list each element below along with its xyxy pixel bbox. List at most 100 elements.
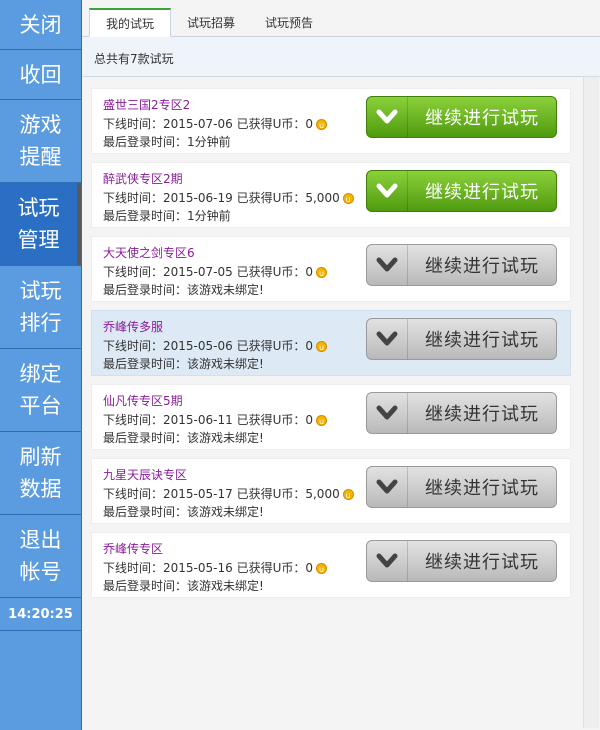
continue-trial-label: 继续进行试玩 xyxy=(425,552,539,573)
offline-time: 下线时间：2015-05-06 xyxy=(103,339,233,353)
offline-time: 下线时间：2015-07-06 xyxy=(103,117,233,131)
trial-card: 盛世三国2专区2 下线时间：2015-07-06 已获得U币：0 u 最后登录时间：1… xyxy=(91,88,571,154)
sidebar-item-label: 游戏 xyxy=(19,113,62,137)
coin-icon: u xyxy=(316,119,327,130)
sidebar-item-label: 收回 xyxy=(19,62,62,87)
trial-card: 大天使之剑专区6 下线时间：2015-07-05 已获得U币：0 u 最后登录时间：该… xyxy=(91,236,571,302)
tab-my-trials[interactable]: 我的试玩 xyxy=(89,8,171,37)
sidebar-item-refresh[interactable]: 刷新 数据 xyxy=(0,432,81,515)
coin-icon: u xyxy=(316,415,327,426)
trial-title[interactable]: 醉武侠专区2期 xyxy=(103,170,183,187)
coin-icon: u xyxy=(342,489,354,500)
last-login-time: 最后登录时间：该游戏未绑定! xyxy=(103,431,264,445)
offline-time: 下线时间：2015-06-11 xyxy=(103,413,233,427)
trial-card: 乔峰传多服下线时间：2015-05-06 已获得U币：0 u 最后登录时间：该游戏未… xyxy=(91,310,571,376)
earned-coins: 已获得U币：0 xyxy=(236,339,313,353)
coin-icon: u xyxy=(316,341,327,352)
trial-title[interactable]: 盛世三国2专区2 xyxy=(103,96,190,113)
sidebar-item-label: 数据 xyxy=(19,477,62,501)
continue-trial-button[interactable]: 继续进行试玩 xyxy=(366,244,557,286)
earned-coins: 已获得U币：5,000 xyxy=(236,191,340,205)
continue-trial-label: 继续进行试玩 xyxy=(425,256,539,277)
trial-title[interactable]: 乔峰传多服 xyxy=(103,318,163,335)
trial-info-line: 下线时间：2015-06-19 已获得U币：5,000 u xyxy=(103,189,354,206)
earned-coins: 已获得U币：0 xyxy=(236,561,313,575)
sidebar-item-label: 管理 xyxy=(17,228,60,252)
continue-trial-button[interactable]: 继续进行试玩 xyxy=(366,170,557,212)
continue-trial-label: 继续进行试玩 xyxy=(425,330,539,351)
offline-time: 下线时间：2015-05-16 xyxy=(103,561,233,575)
trial-card: 九星天辰诀专区下线时间：2015-05-17 已获得U币：5,000 u 最后登录时… xyxy=(91,458,571,524)
sidebar-item-label: 排行 xyxy=(19,311,62,335)
last-login-time: 最后登录时间：该游戏未绑定! xyxy=(103,579,264,593)
chevron-down-icon xyxy=(367,319,408,359)
trial-title[interactable]: 乔峰传专区 xyxy=(103,540,163,557)
sidebar-item-trial-rank[interactable]: 试玩 排行 xyxy=(0,266,81,349)
chevron-down-icon xyxy=(367,393,408,433)
sidebar-item-trial-manage[interactable]: 试玩 管理 xyxy=(0,183,81,266)
trial-title[interactable]: 九星天辰诀专区 xyxy=(103,466,187,483)
trial-info-line: 下线时间：2015-06-11 已获得U币：0 u xyxy=(103,411,327,428)
last-login-time: 最后登录时间：该游戏未绑定! xyxy=(103,357,264,371)
trial-summary: 总共有7款试玩 xyxy=(82,37,600,77)
sidebar-item-label: 试玩 xyxy=(19,279,62,303)
coin-icon: u xyxy=(342,193,354,204)
coin-icon: u xyxy=(316,267,327,278)
chevron-down-icon xyxy=(367,541,408,581)
tab-trial-preview[interactable]: 试玩预告 xyxy=(252,8,326,36)
sidebar-item-label: 提醒 xyxy=(19,145,62,169)
trial-card: 乔峰传专区下线时间：2015-05-16 已获得U币：0 u 最后登录时间：该游戏未… xyxy=(91,532,571,598)
continue-trial-button[interactable]: 继续进行试玩 xyxy=(366,392,557,434)
chevron-down-icon xyxy=(367,245,408,285)
offline-time: 下线时间：2015-07-05 xyxy=(103,265,233,279)
last-login-time: 最后登录时间：该游戏未绑定! xyxy=(103,505,264,519)
trial-info-line: 下线时间：2015-05-06 已获得U币：0 u xyxy=(103,337,327,354)
chevron-down-icon xyxy=(367,171,408,211)
last-login-time: 最后登录时间：该游戏未绑定! xyxy=(103,283,264,297)
last-login-time: 最后登录时间：1分钟前 xyxy=(103,209,231,223)
sidebar: 关闭 收回 游戏 提醒 试玩 管理 试玩 排行 绑定 平台 刷新 数据 退出 帐… xyxy=(0,0,82,730)
coin-icon: u xyxy=(316,563,327,574)
trial-card: 醉武侠专区2期下线时间：2015-06-19 已获得U币：5,000 u 最后登录时… xyxy=(91,162,571,228)
trial-title[interactable]: 大天使之剑专区6 xyxy=(103,244,195,261)
sidebar-item-label: 刷新 xyxy=(19,445,62,469)
last-login-time: 最后登录时间：1分钟前 xyxy=(103,135,231,149)
sidebar-item-collapse[interactable]: 收回 xyxy=(0,50,81,100)
sidebar-item-label: 绑定 xyxy=(19,362,62,386)
trial-info-line: 下线时间：2015-07-05 已获得U币：0 u xyxy=(103,263,327,280)
tab-bar: 我的试玩 试玩招募 试玩预告 xyxy=(82,0,600,37)
sidebar-item-bind-platform[interactable]: 绑定 平台 xyxy=(0,349,81,432)
scrollbar[interactable] xyxy=(583,77,599,728)
continue-trial-button[interactable]: 继续进行试玩 xyxy=(366,318,557,360)
chevron-down-icon xyxy=(367,97,408,137)
sidebar-item-close[interactable]: 关闭 xyxy=(0,0,81,50)
sidebar-item-label: 关闭 xyxy=(19,12,62,37)
trial-info-line: 下线时间：2015-05-17 已获得U币：5,000 u xyxy=(103,485,354,502)
earned-coins: 已获得U币：0 xyxy=(236,265,313,279)
continue-trial-button[interactable]: 继续进行试玩 xyxy=(366,96,557,138)
sidebar-item-label: 试玩 xyxy=(17,196,60,220)
clock: 14:20:25 xyxy=(0,598,81,631)
offline-time: 下线时间：2015-06-19 xyxy=(103,191,233,205)
continue-trial-button[interactable]: 继续进行试玩 xyxy=(366,540,557,582)
sidebar-item-label: 帐号 xyxy=(19,560,62,584)
continue-trial-button[interactable]: 继续进行试玩 xyxy=(366,466,557,508)
main-panel: 我的试玩 试玩招募 试玩预告 总共有7款试玩 盛世三国2专区2 下线时间：2015… xyxy=(82,0,600,730)
tab-trial-recruit[interactable]: 试玩招募 xyxy=(174,8,248,36)
sidebar-item-logout[interactable]: 退出 帐号 xyxy=(0,515,81,598)
earned-coins: 已获得U币：0 xyxy=(236,117,313,131)
earned-coins: 已获得U币：5,000 xyxy=(236,487,340,501)
trial-info-line: 下线时间：2015-05-16 已获得U币：0 u xyxy=(103,559,327,576)
trial-info-line: 下线时间：2015-07-06 已获得U币：0 u xyxy=(103,115,327,132)
sidebar-item-game-reminder[interactable]: 游戏 提醒 xyxy=(0,100,81,183)
continue-trial-label: 继续进行试玩 xyxy=(425,182,539,203)
continue-trial-label: 继续进行试玩 xyxy=(425,478,539,499)
earned-coins: 已获得U币：0 xyxy=(236,413,313,427)
continue-trial-label: 继续进行试玩 xyxy=(425,108,539,129)
sidebar-item-label: 平台 xyxy=(19,394,62,418)
trial-title[interactable]: 仙凡传专区5期 xyxy=(103,392,183,409)
sidebar-item-label: 退出 xyxy=(19,528,62,552)
offline-time: 下线时间：2015-05-17 xyxy=(103,487,233,501)
trial-card: 仙凡传专区5期下线时间：2015-06-11 已获得U币：0 u 最后登录时间：该游… xyxy=(91,384,571,450)
trial-list: 盛世三国2专区2 下线时间：2015-07-06 已获得U币：0 u 最后登录时间：1… xyxy=(91,88,571,606)
